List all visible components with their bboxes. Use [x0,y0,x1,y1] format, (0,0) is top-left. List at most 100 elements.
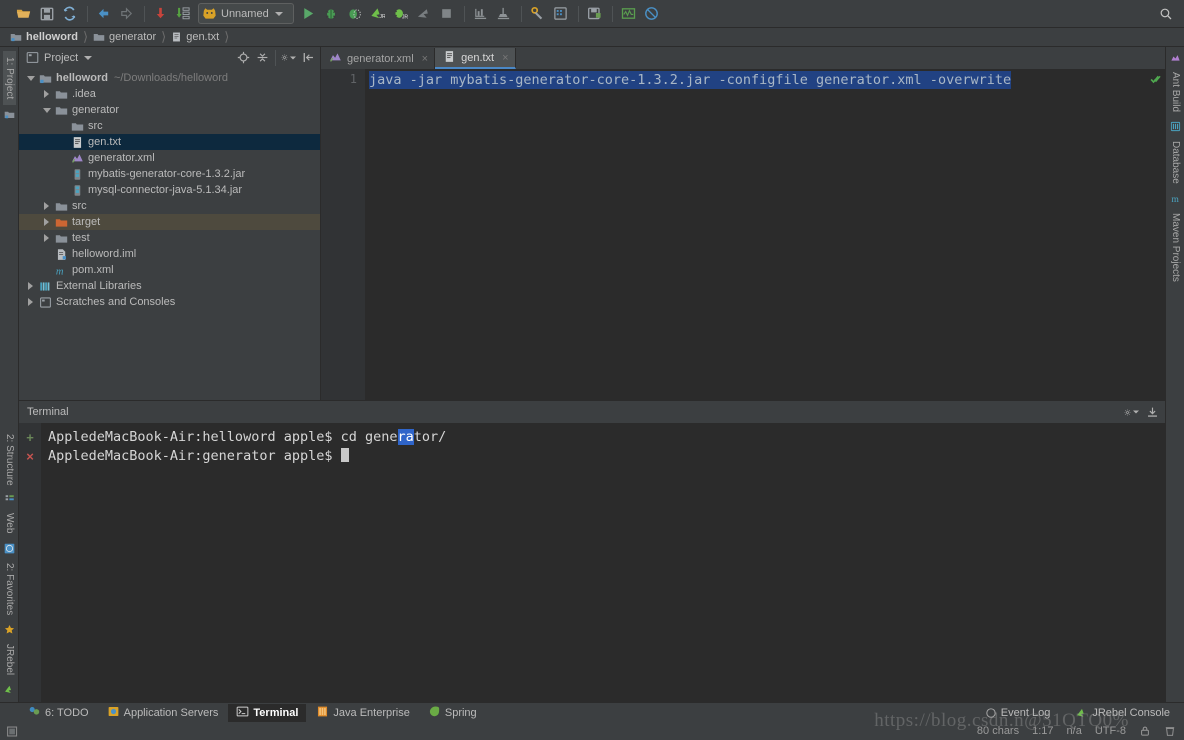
open-folder-icon[interactable] [13,3,34,24]
profile-cpu-icon[interactable] [470,3,491,24]
memory-indicator-icon[interactable] [6,725,19,738]
chevron-down-icon[interactable] [84,55,93,60]
sidebar-item-ant-build[interactable]: Ant Build [1169,66,1182,118]
chevron-right-icon[interactable] [41,89,52,100]
status-tab-6-todo[interactable]: 6: TODO [20,704,97,722]
chevron-right-icon[interactable] [41,233,52,244]
project-tree[interactable]: helloword ~/Downloads/helloword .idea gener… [19,68,320,400]
attach-profiler-icon[interactable] [413,3,434,24]
status-tab-terminal[interactable]: Terminal [228,703,307,722]
tree-node[interactable]: mybatis-generator-core-1.3.2.jar [19,166,320,182]
back-icon[interactable] [93,3,114,24]
lock-icon[interactable] [1139,725,1151,737]
sidebar-item-web[interactable]: Web [3,507,16,539]
event-log-button[interactable]: Event Log [977,704,1059,722]
save-all-icon[interactable] [36,3,57,24]
code-line-1[interactable]: java -jar mybatis-generator-core-1.3.2.j… [369,71,1149,89]
chevron-right-icon[interactable] [25,281,36,292]
tree-node[interactable]: test [19,230,320,246]
debug-icon[interactable] [321,3,342,24]
run-configuration-selector[interactable]: Unnamed [198,3,294,24]
monitor-icon[interactable] [618,3,639,24]
synchronize-icon[interactable] [59,3,80,24]
terminal-selected-text[interactable]: ra [397,429,414,445]
profile-memory-icon[interactable] [493,3,514,24]
tree-node[interactable]: gen.txt [19,134,320,150]
jrebel-console-button[interactable]: JRebel Console [1068,704,1178,722]
tree-node[interactable]: External Libraries [19,278,320,294]
status-bar-info: 80 chars 1:17 n/a UTF-8 [0,722,1184,740]
trash-icon[interactable] [1164,725,1176,737]
breadcrumb-item-gen-txt[interactable]: gen.txt [171,28,219,47]
breadcrumb-item-generator[interactable]: generator [93,28,156,47]
tree-node[interactable]: src [19,198,320,214]
jrebel-debug-icon[interactable]: JR [390,3,411,24]
settings-gear-icon[interactable] [1124,404,1140,420]
editor-tab-gen-txt[interactable]: gen.txt × [435,48,516,69]
chevron-down-icon[interactable] [1133,410,1139,414]
chevron-right-icon[interactable] [41,217,52,228]
terminal-output[interactable]: AppledeMacBook-Air:helloword apple$ cd g… [41,423,1165,702]
caret-position[interactable]: 1:17 [1032,725,1053,737]
save-icon[interactable] [584,3,605,24]
tree-node[interactable]: generator [19,102,320,118]
disable-icon[interactable] [641,3,662,24]
settings-icon[interactable] [527,3,548,24]
terminal-line[interactable]: AppledeMacBook-Air:generator apple$ [48,447,1165,466]
terminal-body[interactable]: + × AppledeMacBook-Air:helloword apple$ c… [19,423,1165,702]
breadcrumb-item-helloword[interactable]: helloword [10,28,78,47]
update-project-icon[interactable] [150,3,171,24]
close-icon[interactable]: × [502,52,508,64]
hide-panel-icon[interactable] [300,50,316,66]
sidebar-item-database[interactable]: Database [1169,135,1182,190]
terminal-line[interactable]: AppledeMacBook-Air:helloword apple$ cd g… [48,428,1165,447]
sidebar-item-project[interactable]: 1: Project [3,51,16,106]
status-tab-java-enterprise[interactable]: Java Enterprise [308,704,417,722]
settings-gear-icon[interactable] [281,50,297,66]
locate-icon[interactable] [235,50,251,66]
sidebar-item-structure[interactable]: 2: Structure [3,428,16,492]
close-icon[interactable]: × [422,53,428,65]
stop-icon[interactable] [436,3,457,24]
commit-changes-icon[interactable] [173,3,194,24]
editor-code[interactable]: java -jar mybatis-generator-core-1.3.2.j… [365,69,1149,400]
tree-node[interactable]: mysql-connector-java-5.1.34.jar [19,182,320,198]
editor-tab-generator-xml[interactable]: generator.xml × [321,48,436,69]
chevron-right-icon[interactable] [25,297,36,308]
file-icon [173,32,181,42]
sidebar-item-jrebel[interactable]: JRebel [3,638,16,681]
chevron-down-icon[interactable] [274,11,283,16]
editor-body[interactable]: 1 java -jar mybatis-generator-core-1.3.2… [321,69,1165,400]
chevron-down-icon[interactable] [290,56,296,59]
sidebar-item-favorites[interactable]: 2: Favorites [3,557,16,621]
search-everywhere-button[interactable] [1156,4,1176,24]
file-encoding[interactable]: UTF-8 [1095,725,1126,737]
jrebel-run-icon[interactable]: JR [367,3,388,24]
tree-node[interactable]: helloword.iml [19,246,320,262]
line-separator[interactable]: n/a [1067,725,1082,737]
project-structure-icon[interactable] [550,3,571,24]
chevron-down-icon[interactable] [41,105,52,116]
tree-node[interactable]: src [19,118,320,134]
sidebar-item-maven-projects[interactable]: Maven Projects [1169,207,1182,288]
folder-icon [69,118,85,134]
tree-node[interactable]: .idea [19,86,320,102]
tree-node-label: mysql-connector-java-5.1.34.jar [88,184,243,196]
tree-node[interactable]: helloword ~/Downloads/helloword [19,70,320,86]
tool-window-tabs: 6: TODO Application Servers Terminal Java E… [20,703,485,722]
collapse-all-icon[interactable] [254,50,270,66]
status-tab-application-servers[interactable]: Application Servers [99,704,227,722]
chevron-down-icon[interactable] [25,73,36,84]
tree-node[interactable]: m pom.xml [19,262,320,278]
forward-icon[interactable] [116,3,137,24]
run-icon[interactable] [298,3,319,24]
tree-node[interactable]: generator.xml [19,150,320,166]
chevron-right-icon[interactable] [41,201,52,212]
selected-code-text[interactable]: java -jar mybatis-generator-core-1.3.2.j… [369,71,1012,89]
tree-node[interactable]: target [19,214,320,230]
ok-check-icon[interactable] [1150,73,1162,88]
hide-panel-icon[interactable] [1144,404,1160,420]
tree-node[interactable]: Scratches and Consoles [19,294,320,310]
coverage-icon[interactable] [344,3,365,24]
status-tab-spring[interactable]: Spring [420,704,485,722]
